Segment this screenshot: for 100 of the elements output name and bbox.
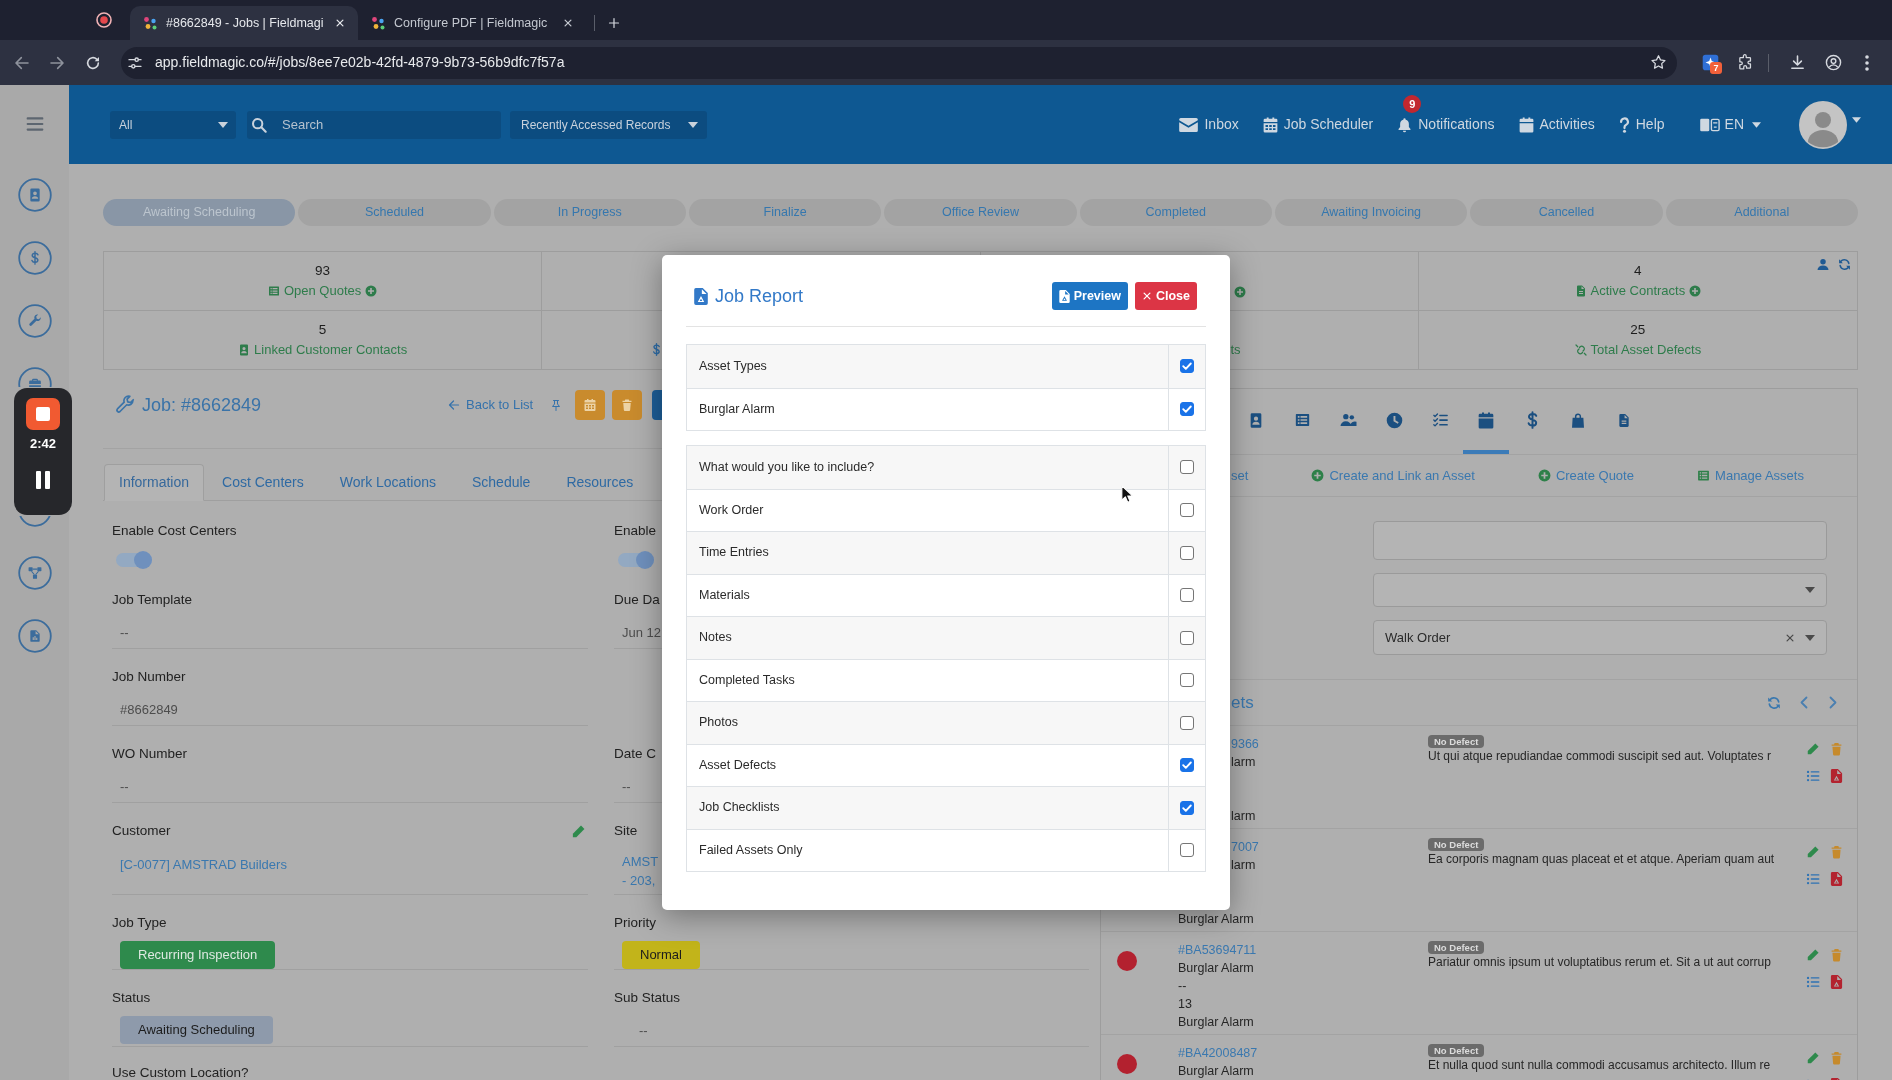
delete-button[interactable] [612,390,643,420]
list-icon[interactable] [1806,872,1820,886]
tab[interactable]: Resources [548,464,652,501]
header-nav-link[interactable]: Help [1618,114,1665,135]
action-link[interactable]: Manage Assets [1697,465,1804,486]
checkbox[interactable] [1180,843,1194,858]
status-step[interactable]: In Progress [493,199,686,226]
pencil-icon[interactable] [1806,742,1820,756]
list-icon[interactable] [1806,769,1820,783]
wrench-icon[interactable] [17,304,52,338]
contact-card-icon[interactable] [17,178,52,212]
tab[interactable]: Information [104,464,205,501]
preview-button[interactable]: Preview [1051,282,1128,310]
back-icon[interactable] [14,54,30,71]
refresh-icon[interactable] [1767,695,1781,710]
stat-link[interactable]: Active Contracts [1574,281,1702,300]
report-icon[interactable] [17,619,52,653]
puzzle-icon[interactable] [1737,54,1754,71]
asset-code-link[interactable]: #BA42008487 [1178,1044,1258,1062]
status-step[interactable]: Scheduled [298,199,491,226]
browser-tab[interactable]: Configure PDF | Fieldmagic [358,6,586,40]
document-icon[interactable] [1830,769,1843,783]
asset-code-link[interactable]: #BA53694711 [1178,941,1257,959]
action-link[interactable]: Create and Link an Asset [1311,465,1475,486]
field-link[interactable]: [C-0077] AMSTRAD Builders [120,855,287,874]
toggle-switch[interactable] [116,551,152,569]
browser-tab[interactable]: #8662849 - Jobs | Fieldmagi [130,6,358,40]
document-icon[interactable] [1830,872,1843,886]
clear-icon[interactable] [1785,632,1795,643]
site-settings-icon[interactable] [127,54,143,71]
dollar-icon[interactable] [17,241,52,275]
list-icon[interactable] [1806,975,1820,989]
stat-link[interactable]: ts [1230,341,1241,359]
avatar-icon[interactable] [1799,100,1847,149]
action-link[interactable]: Create Quote [1537,465,1634,486]
tab[interactable]: Schedule [454,464,549,501]
stat-link[interactable]: Open Quotes [267,281,378,300]
close-button[interactable]: Close [1134,282,1197,310]
recent-records-select[interactable]: Recently Accessed Records [510,110,707,139]
tab-close-icon[interactable] [335,18,345,28]
pencil-icon[interactable] [1806,948,1820,962]
stat-link[interactable]: Linked Customer Contacts [238,340,408,359]
status-step[interactable]: Additional [1665,199,1858,226]
action-link[interactable]: set [1231,465,1249,486]
schedule-button[interactable] [575,390,606,420]
search-field[interactable]: Search [247,110,501,139]
asset-code-link[interactable]: 7007 [1231,838,1259,856]
briefcase-icon[interactable] [17,367,52,387]
checkbox[interactable] [1180,545,1194,560]
menu-icon[interactable] [24,114,45,134]
bookmark-star-icon[interactable] [1650,54,1667,71]
new-tab-icon[interactable] [608,17,620,29]
select-field[interactable]: Walk Order [1373,620,1827,655]
pause-icon[interactable] [36,471,50,489]
field-link[interactable]: AMST - 203, [622,852,659,890]
back-to-list-link[interactable]: Back to List [448,395,534,415]
checkbox[interactable] [1180,800,1194,815]
status-step[interactable]: Completed [1079,199,1272,226]
action-button[interactable] [652,390,663,420]
pencil-icon[interactable] [1806,1051,1820,1065]
chevron-right-icon[interactable] [1829,696,1837,709]
checkbox[interactable] [1180,630,1194,645]
chevron-left-icon[interactable] [1800,696,1808,709]
header-nav-link[interactable]: Job Scheduler [1262,114,1374,135]
status-step[interactable]: Finalize [689,199,882,226]
checkbox[interactable] [1180,715,1194,730]
checkbox[interactable] [1180,402,1194,417]
checkbox[interactable] [1180,588,1194,603]
forward-icon[interactable] [49,54,65,71]
user-icon[interactable] [1817,258,1829,271]
refresh-icon[interactable] [1838,258,1851,271]
language-select[interactable]: EN [1699,114,1761,135]
checkbox[interactable] [1180,503,1194,518]
tab-close-icon[interactable] [563,18,573,28]
reload-icon[interactable] [85,54,101,71]
pin-icon[interactable] [550,398,563,412]
caret-icon[interactable] [1852,116,1861,123]
pencil-icon[interactable] [571,823,586,839]
stop-icon[interactable] [26,398,60,430]
profile-icon[interactable] [1825,54,1842,71]
status-step[interactable]: Office Review [884,199,1077,226]
scope-select[interactable]: All [110,110,236,139]
checkbox[interactable] [1180,673,1194,688]
tab[interactable]: Cost Centers [204,464,322,501]
address-bar[interactable]: app.fieldmagic.co/#/jobs/8ee7e02b-42fd-4879-9b73-56b9dfc7f57a [121,46,1677,79]
tab[interactable]: Work Locations [321,464,454,501]
stat-link[interactable]: Total Asset Defects [1574,340,1702,359]
toggle-switch[interactable] [618,551,654,569]
checkbox[interactable] [1180,359,1194,374]
checkbox[interactable] [1180,758,1194,773]
header-nav-link[interactable]: Notifications [1397,114,1495,135]
header-nav-link[interactable]: Inbox [1179,114,1239,135]
more-icon[interactable] [1865,54,1869,71]
status-step[interactable]: Cancelled [1470,199,1663,226]
checkbox[interactable] [1180,460,1194,475]
download-icon[interactable] [1789,54,1806,71]
diagram-icon[interactable] [17,556,52,590]
document-icon[interactable] [1830,975,1843,989]
status-step[interactable]: Awaiting Invoicing [1274,199,1468,226]
select-field[interactable] [1373,573,1827,607]
